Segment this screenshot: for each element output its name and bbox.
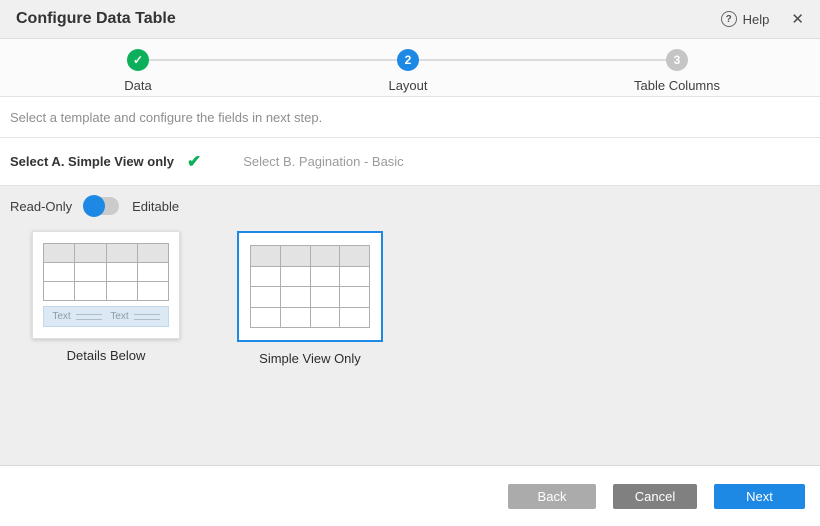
footer-actions: Back Cancel Next [0, 466, 820, 526]
titlebar-actions: ? Help ✕ [721, 10, 804, 28]
preview-cell [137, 263, 168, 281]
toggle-knob [83, 195, 105, 217]
template-area: Read-Only Editable Text Text Details Belo… [0, 185, 820, 466]
step-label: Layout [388, 78, 427, 93]
preview-cell [280, 267, 310, 287]
preview-cell [339, 246, 369, 266]
preview-table [43, 243, 169, 301]
preview-row [44, 262, 168, 281]
template-card-label: Simple View Only [237, 351, 383, 366]
preview-header-row [44, 244, 168, 262]
template-card-details-below[interactable]: Text Text [32, 231, 180, 339]
option-pagination-basic[interactable]: Select B. Pagination - Basic [243, 154, 403, 169]
preview-cell [339, 267, 369, 287]
selected-check-icon: ✔ [187, 153, 201, 170]
read-only-editable-toggle[interactable] [84, 197, 119, 215]
step-layout[interactable]: 2 Layout [333, 49, 483, 93]
back-button[interactable]: Back [508, 484, 596, 509]
step-number-badge: 3 [666, 49, 688, 71]
template-card-simple-view-only[interactable] [237, 231, 383, 342]
title-bar: Configure Data Table ? Help ✕ [0, 0, 820, 39]
preview-cell [310, 287, 340, 307]
step-data[interactable]: ✓ Data [63, 49, 213, 93]
template-card-details-below-wrap: Text Text Details Below [32, 231, 180, 363]
detail-field-lines [134, 314, 160, 320]
read-only-label: Read-Only [10, 199, 72, 214]
preview-cell [280, 246, 310, 266]
preview-row [251, 286, 369, 307]
next-button[interactable]: Next [714, 484, 805, 509]
preview-cell [251, 308, 280, 328]
preview-cell [310, 267, 340, 287]
preview-cell [251, 287, 280, 307]
question-circle-icon: ? [721, 11, 737, 27]
preview-header-row [251, 246, 369, 266]
preview-cell [251, 267, 280, 287]
detail-field-lines [76, 314, 102, 320]
page-title: Configure Data Table [16, 10, 176, 28]
preview-cell [251, 246, 280, 266]
preview-cell [74, 244, 105, 262]
editable-label: Editable [132, 199, 179, 214]
preview-cell [44, 263, 74, 281]
preview-row [44, 281, 168, 300]
preview-row [251, 307, 369, 328]
instruction-row: Select a template and configure the fiel… [0, 97, 820, 138]
preview-cell [44, 282, 74, 300]
step-table-columns[interactable]: 3 Table Columns [602, 49, 752, 93]
cancel-button[interactable]: Cancel [613, 484, 697, 509]
step-label: Table Columns [634, 78, 720, 93]
mode-toggle-row: Read-Only Editable [10, 197, 179, 215]
preview-cell [106, 263, 137, 281]
template-card-simple-view-wrap: Simple View Only [237, 231, 383, 366]
detail-field: Text [52, 311, 101, 322]
detail-field-label: Text [52, 311, 70, 322]
preview-table [250, 245, 370, 328]
help-button[interactable]: ? Help [721, 11, 770, 27]
preview-cell [106, 244, 137, 262]
preview-cell [44, 244, 74, 262]
instruction-text: Select a template and configure the fiel… [10, 110, 322, 125]
preview-cell [137, 244, 168, 262]
preview-cell [74, 282, 105, 300]
preview-cell [137, 282, 168, 300]
preview-cell [339, 287, 369, 307]
step-label: Data [124, 78, 151, 93]
preview-cell [280, 308, 310, 328]
help-label: Help [743, 12, 770, 27]
detail-field-label: Text [110, 311, 128, 322]
stepper: ✓ Data 2 Layout 3 Table Columns [0, 39, 820, 97]
template-selection-row: Select A. Simple View only ✔ Select B. P… [0, 138, 820, 185]
preview-cell [106, 282, 137, 300]
template-card-label: Details Below [32, 348, 180, 363]
preview-cell [74, 263, 105, 281]
preview-row [251, 266, 369, 287]
detail-field: Text [110, 311, 159, 322]
preview-cell [310, 246, 340, 266]
step-complete-check-icon: ✓ [127, 49, 149, 71]
option-simple-view-only[interactable]: Select A. Simple View only [10, 154, 174, 169]
preview-cell [310, 308, 340, 328]
close-icon[interactable]: ✕ [791, 10, 804, 28]
preview-cell [339, 308, 369, 328]
step-number-badge: 2 [397, 49, 419, 71]
detail-strip: Text Text [43, 306, 169, 327]
preview-cell [280, 287, 310, 307]
